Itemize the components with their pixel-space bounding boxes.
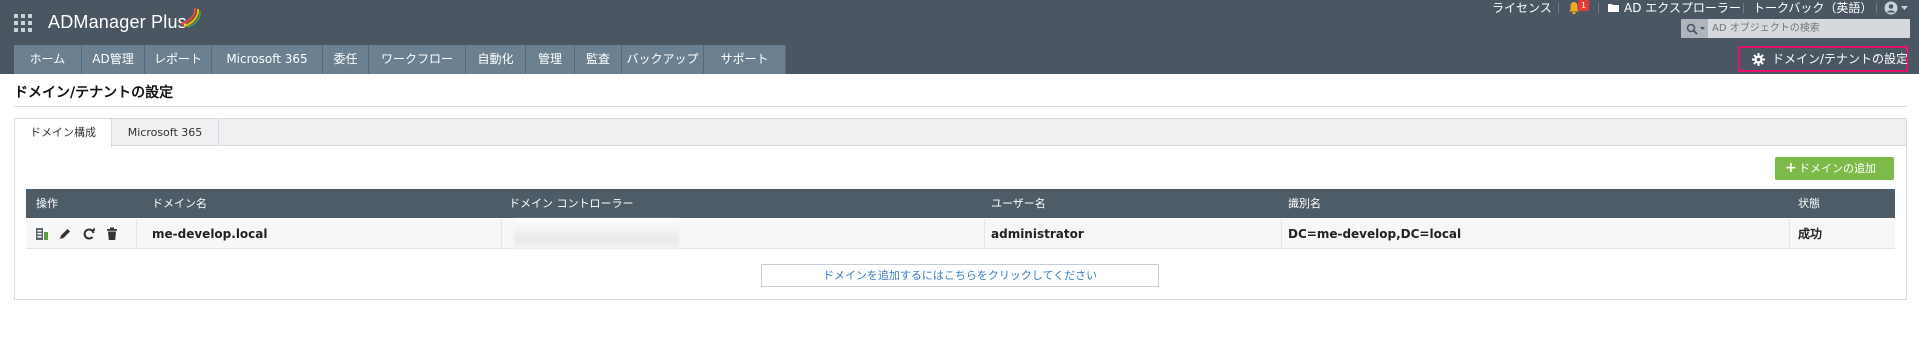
nav-microsoft-365[interactable]: Microsoft 365: [212, 45, 323, 74]
tab-microsoft-365[interactable]: Microsoft 365: [112, 119, 219, 146]
divider: [1876, 3, 1877, 13]
divider: [14, 106, 1907, 107]
search-icon: [1686, 23, 1698, 35]
domain-name-cell[interactable]: me-develop.local: [152, 219, 268, 249]
edit-icon[interactable]: [58, 227, 72, 241]
domain-settings-button[interactable]: ドメイン/テナントの設定: [1738, 46, 1908, 72]
app-logo[interactable]: ADManager Plus: [48, 12, 187, 33]
nav-delegation[interactable]: 委任: [323, 45, 369, 74]
add-domain-button[interactable]: + ドメインの追加: [1775, 157, 1894, 180]
gear-icon: [1752, 53, 1765, 66]
add-domain-link[interactable]: ドメインを追加するにはこちらをクリックしてください: [761, 264, 1159, 287]
divider: [984, 219, 985, 249]
domain-settings-label: ドメイン/テナントの設定: [1772, 52, 1909, 66]
divider: [136, 219, 137, 249]
nav-audit[interactable]: 監査: [575, 45, 622, 74]
status-cell: 成功: [1798, 227, 1823, 241]
plus-icon: +: [1785, 160, 1797, 176]
add-domain-label: ドメインの追加: [1799, 162, 1876, 175]
col-status[interactable]: 状態: [1798, 189, 1820, 218]
username-cell: administrator: [991, 227, 1084, 241]
nav-reports[interactable]: レポート: [145, 45, 212, 74]
top-header: ADManager Plus ライセンス 1 AD エクスプローラー トークバッ…: [0, 0, 1919, 74]
search-box[interactable]: [1681, 19, 1910, 38]
col-username[interactable]: ユーザー名: [991, 189, 1046, 218]
nav-ad-management[interactable]: AD管理: [82, 45, 145, 74]
ad-explorer-link[interactable]: AD エクスプローラー: [1624, 0, 1741, 16]
divider: [501, 219, 502, 249]
license-link[interactable]: ライセンス: [1492, 0, 1552, 16]
nav-backup[interactable]: バックアップ: [622, 45, 704, 74]
redacted-controller: [514, 219, 679, 249]
notification-badge: 1: [1578, 0, 1589, 11]
search-scope-button[interactable]: [1681, 19, 1708, 38]
app-grid-icon[interactable]: [14, 14, 32, 32]
nav-home[interactable]: ホーム: [14, 45, 82, 74]
user-avatar-icon[interactable]: [1884, 1, 1898, 15]
col-distinguished-name[interactable]: 識別名: [1288, 189, 1321, 218]
divider: [1743, 3, 1744, 13]
tab-domain-config[interactable]: ドメイン構成: [15, 119, 112, 147]
nav-automation[interactable]: 自動化: [466, 45, 526, 74]
domain-panel: ドメイン構成 Microsoft 365 + ドメインの追加 操作 ドメイン名 …: [14, 118, 1907, 300]
divider: [1789, 219, 1790, 249]
trash-icon[interactable]: [105, 227, 119, 241]
main-nav: ホーム AD管理 レポート Microsoft 365 委任 ワークフロー 自動…: [14, 45, 786, 74]
page-title: ドメイン/テナントの設定: [14, 85, 174, 101]
search-input[interactable]: [1712, 21, 1902, 36]
chevron-down-icon: [1700, 27, 1705, 30]
divider: [1598, 3, 1599, 13]
folder-icon: [1608, 4, 1619, 12]
logo-swoosh-icon: [180, 7, 201, 28]
table-row: me-develop.local administrator DC=me-dev…: [26, 219, 1895, 249]
col-actions: 操作: [36, 197, 58, 210]
nav-support[interactable]: サポート: [704, 45, 786, 74]
domain-controller-icon[interactable]: [35, 227, 49, 241]
col-domain-name[interactable]: ドメイン名: [152, 189, 207, 218]
col-domain-controller[interactable]: ドメイン コントローラー: [509, 189, 634, 218]
divider: [1281, 219, 1282, 249]
nav-workflow[interactable]: ワークフロー: [369, 45, 466, 74]
distinguished-name-cell: DC=me-develop,DC=local: [1288, 227, 1462, 241]
table-header: 操作 ドメイン名 ドメイン コントローラー ユーザー名 識別名 状態: [26, 189, 1895, 218]
nav-admin[interactable]: 管理: [526, 45, 575, 74]
tab-strip: ドメイン構成 Microsoft 365: [15, 119, 1906, 147]
talkback-link[interactable]: トークバック（英語）: [1753, 0, 1872, 16]
refresh-icon[interactable]: [82, 227, 96, 241]
chevron-down-icon[interactable]: [1901, 6, 1908, 10]
divider: [1558, 3, 1559, 13]
